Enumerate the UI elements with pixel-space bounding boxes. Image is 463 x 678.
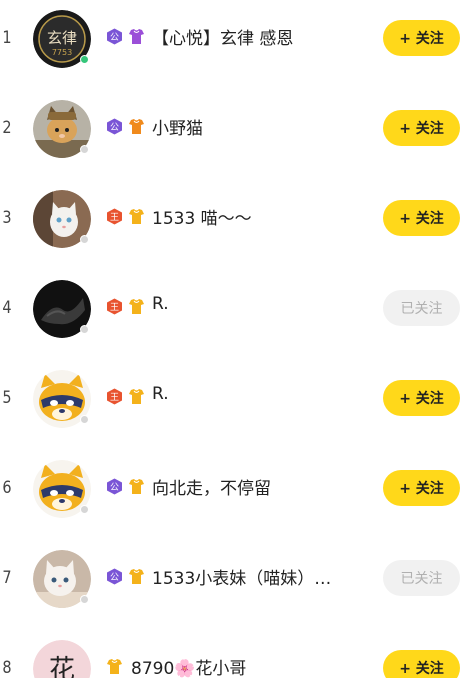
avatar[interactable]: 玄律 7753 [33,10,91,68]
badge-group: 公 [106,478,145,495]
avatar-number: 7753 [52,48,72,57]
rank-number: 6 [2,478,12,498]
vest-purple-icon [129,29,144,44]
avatar[interactable] [33,280,91,338]
svg-text:公: 公 [110,572,119,583]
svg-text:公: 公 [110,32,119,43]
badge-group: 公 [106,28,145,45]
list-item[interactable]: 6 公 向北走，不停留 + 关注 [0,450,463,540]
gong-badge-icon: 公 [107,28,122,45]
avatar[interactable]: 花 [33,640,91,678]
follow-button[interactable]: + 关注 [383,110,460,146]
list-item[interactable]: 3 王 1533 喵～～ + 关注 [0,180,463,270]
username: 1533 喵～～ [152,209,252,229]
svg-text:公: 公 [110,482,119,493]
vest-gold-icon [129,299,144,314]
list-item[interactable]: 5 王 R. + 关注 [0,360,463,450]
avatar[interactable] [33,190,91,248]
vest-gold-icon [129,569,144,584]
rank-number: 3 [2,208,12,228]
gong-badge-icon: 公 [107,118,122,135]
list-item[interactable]: 8 花 8790🌸花小哥 + 关注 [0,630,463,678]
rank-number: 4 [2,298,12,318]
username: 【心悦】玄律 感恩 [152,29,294,49]
online-status-dot [80,55,89,64]
badge-group: 王 [106,208,145,225]
follow-button[interactable]: + 关注 [383,470,460,506]
offline-status-dot [80,145,89,154]
username: 向北走，不停留 [152,479,271,499]
follow-button[interactable]: + 关注 [383,200,460,236]
list-item[interactable]: 4 王 R. 已关注 [0,270,463,360]
badge-group: 王 [106,388,145,405]
svg-text:王: 王 [110,212,119,223]
avatar[interactable] [33,100,91,158]
username: R. [152,294,169,314]
wang-badge-icon: 王 [107,208,122,225]
gong-badge-icon: 公 [107,568,122,585]
list-item[interactable]: 1 玄律 7753 公 【心悦】玄律 感恩 + 关注 [0,0,463,90]
offline-status-dot [80,235,89,244]
vest-orange-icon [129,119,144,134]
hua-calligraphy-avatar: 花 [33,640,91,678]
avatar-text: 花 [49,655,75,678]
rank-number: 8 [2,658,12,678]
list-item[interactable]: 2 公 小野猫 + 关注 [0,90,463,180]
gong-badge-icon: 公 [107,478,122,495]
wang-badge-icon: 王 [107,298,122,315]
username: 8790🌸花小哥 [131,659,247,678]
rank-number: 2 [2,118,12,138]
follow-button[interactable]: + 关注 [383,650,460,678]
follow-list: 1 玄律 7753 公 【心悦】玄律 感恩 + 关注 2 公 小野猫 + 关注 … [0,0,463,678]
svg-text:王: 王 [110,302,119,313]
followed-button[interactable]: 已关注 [383,560,460,596]
avatar[interactable] [33,460,91,518]
offline-status-dot [80,595,89,604]
username: R. [152,384,169,404]
svg-text:公: 公 [110,122,119,133]
badge-group: 王 [106,298,145,315]
rank-number: 1 [2,28,12,48]
rank-number: 5 [2,388,12,408]
avatar[interactable] [33,550,91,608]
offline-status-dot [80,505,89,514]
rank-number: 7 [2,568,12,588]
vest-gold-icon [129,479,144,494]
follow-button[interactable]: + 关注 [383,380,460,416]
avatar-text: 玄律 [47,29,77,47]
vest-gold-icon [129,389,144,404]
offline-status-dot [80,415,89,424]
follow-button[interactable]: + 关注 [383,20,460,56]
svg-text:王: 王 [110,392,119,403]
badge-group [106,658,123,675]
vest-gold-icon [129,209,144,224]
offline-status-dot [80,325,89,334]
vest-gold-icon [107,659,122,674]
username: 小野猫 [152,119,203,139]
badge-group: 公 [106,118,145,135]
wang-badge-icon: 王 [107,388,122,405]
list-item[interactable]: 7 公 1533小表妹（喵妹）… 已关注 [0,540,463,630]
username: 1533小表妹（喵妹）… [152,569,332,589]
badge-group: 公 [106,568,145,585]
followed-button[interactable]: 已关注 [383,290,460,326]
avatar[interactable] [33,370,91,428]
